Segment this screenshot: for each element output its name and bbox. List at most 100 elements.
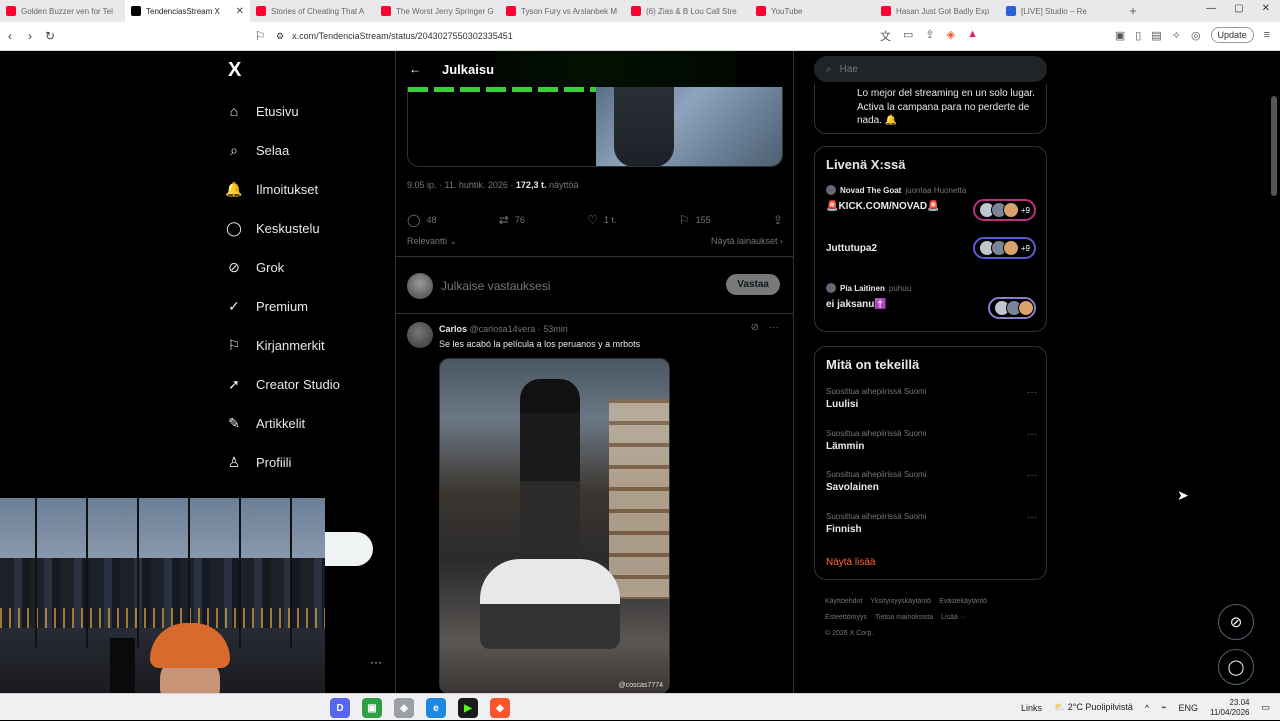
page-scrollbar[interactable]	[1268, 51, 1280, 693]
avatar[interactable]	[407, 273, 433, 299]
more-icon[interactable]: ···	[1027, 512, 1037, 523]
footer-link[interactable]: Lisää ···	[941, 614, 967, 621]
like-action[interactable]: ♡ 1 t.	[587, 213, 616, 227]
leo-icon[interactable]: ✧	[1172, 29, 1181, 42]
close-tab-icon[interactable]: ✕	[236, 6, 244, 17]
live-space-item[interactable]: Pia Laitinen puhuu ei jaksanu✝️	[826, 283, 1036, 323]
footer-link[interactable]: Esteettömyys	[825, 614, 867, 621]
footer-link[interactable]: Tietoa mainoksista	[875, 614, 933, 621]
show-quotes-link[interactable]: Näytä lainaukset ›	[711, 236, 783, 247]
kick-icon[interactable]: ▶	[458, 698, 478, 718]
maximize-icon[interactable]: ▢	[1234, 3, 1243, 14]
search-field[interactable]: ⌕ Hae	[814, 56, 1047, 82]
share-icon[interactable]: ⇪	[925, 28, 934, 44]
vpn-icon[interactable]: ◎	[1191, 29, 1201, 42]
extensions-icon[interactable]: ▣	[1115, 29, 1125, 42]
browser-tab[interactable]: [LIVE] Studio – Re	[1000, 0, 1125, 22]
footer-link[interactable]: © 2026 X Corp.	[825, 630, 873, 637]
wallet-icon[interactable]: ▤	[1151, 29, 1161, 42]
reload-icon[interactable]: ↻	[40, 29, 60, 43]
author-name[interactable]: Carlos	[439, 324, 467, 334]
discord-icon[interactable]: D	[330, 698, 350, 718]
browser-tab[interactable]: Hasan Just Got Badly Exp	[875, 0, 1000, 22]
grok-icon[interactable]: ⊘	[751, 322, 759, 333]
sidebar-item-artikkelit[interactable]: ✎ Artikkelit	[226, 415, 305, 431]
notifications-icon[interactable]: ▭	[1261, 702, 1270, 713]
cast-icon[interactable]: ▭	[903, 28, 913, 44]
back-arrow-icon[interactable]: ←	[409, 62, 421, 76]
live-space-item[interactable]: Juttutupa2 +9	[826, 237, 1036, 283]
sidebar-item-creator-studio[interactable]: ➚ Creator Studio	[226, 376, 340, 392]
back-icon[interactable]: ‹	[0, 29, 20, 43]
x-logo[interactable]: X	[228, 59, 241, 82]
tray-expand-icon[interactable]: ^	[1145, 703, 1149, 713]
more-icon[interactable]: ···	[769, 322, 779, 333]
browser-tab[interactable]: (6) Zias & B Lou Call Stre	[625, 0, 750, 22]
more-icon[interactable]: ···	[1027, 470, 1037, 481]
clock[interactable]: 23.04 11/04/2026	[1210, 698, 1249, 718]
app-icon[interactable]: ▣	[362, 698, 382, 718]
sidebar-item-selaa[interactable]: ⌕ Selaa	[226, 142, 289, 158]
sidebar-item-profiili[interactable]: ♙ Profiili	[226, 454, 292, 470]
sidebar-item-etusivu[interactable]: ⌂ Etusivu	[226, 103, 299, 119]
trend-item[interactable]: Suosittua aihepiirissä Suomi Luulisi ···	[826, 387, 1037, 417]
sort-dropdown[interactable]: Relevantti ⌄	[407, 236, 457, 247]
footer-link[interactable]: Yksityisyyskäytäntö	[870, 598, 931, 605]
footer-link[interactable]: Käyttöehdot	[825, 598, 862, 605]
more-icon[interactable]: ···	[370, 655, 382, 669]
grok-fab[interactable]: ⊘	[1218, 604, 1254, 640]
post-media[interactable]	[407, 87, 783, 167]
menu-icon[interactable]: ≡	[1264, 29, 1270, 41]
bookmark-action[interactable]: ⚐ 155	[679, 213, 711, 227]
sidebar-item-grok[interactable]: ⊘ Grok	[226, 259, 284, 275]
brave-icon[interactable]: ◆	[490, 698, 510, 718]
post-timestamp[interactable]: 9.05 ip. · 11. huhtik. 2026 ·	[407, 180, 513, 190]
reply-action[interactable]: ◯ 48	[407, 213, 436, 227]
tweet-image[interactable]: @coscas7774	[439, 358, 670, 693]
sidebar-item-kirjanmerkit[interactable]: ⚐ Kirjanmerkit	[226, 337, 325, 353]
links-toolbar[interactable]: Links	[1021, 703, 1042, 713]
sidebar-item-premium[interactable]: ✓ Premium	[226, 298, 308, 314]
sidebar-item-keskustelu[interactable]: ◯ Keskustelu	[226, 220, 319, 236]
forward-icon[interactable]: ›	[20, 29, 40, 43]
bookmark-page-icon[interactable]: ⚐	[250, 29, 270, 43]
brave-shield-icon[interactable]: ◈	[947, 28, 955, 44]
browser-tab[interactable]: Stories of Cheating That A	[250, 0, 375, 22]
trend-item[interactable]: Suosittua aihepiirissä Suomi Savolainen ··…	[826, 470, 1037, 500]
scrollbar-thumb[interactable]	[1271, 96, 1277, 196]
new-tab-icon[interactable]: +	[1125, 4, 1141, 18]
update-button[interactable]: Update	[1210, 27, 1254, 43]
minimize-icon[interactable]: —	[1206, 3, 1216, 14]
trend-item[interactable]: Suosittua aihepiirissä Suomi Lämmin ···	[826, 429, 1037, 459]
share-action[interactable]: ⇪	[773, 213, 783, 227]
avatar[interactable]	[407, 322, 433, 348]
browser-tab[interactable]: The Worst Jerry Springer G	[375, 0, 500, 22]
author-handle[interactable]: @carlosa14vera · 53min	[470, 324, 568, 334]
more-icon[interactable]: ···	[1027, 387, 1037, 398]
browser-tab[interactable]: Golden Buzzer ven for Tel	[0, 0, 125, 22]
footer-link[interactable]: Evästekäytäntö	[939, 598, 987, 605]
show-more-link[interactable]: Näytä lisää	[826, 557, 875, 568]
reply-button[interactable]: Vastaa	[726, 274, 780, 295]
sidebar-item-ilmoitukset[interactable]: 🔔 Ilmoitukset	[225, 181, 318, 197]
reply-input[interactable]: Julkaise vastauksesi	[441, 279, 550, 293]
reply-tweet[interactable]: Carlos @carlosa14vera · 53min ⊘ ··· Se l…	[396, 315, 793, 693]
messages-fab[interactable]: ◯	[1218, 649, 1254, 685]
site-info-icon[interactable]: ⚙	[276, 31, 284, 42]
trend-item[interactable]: Suosittua aihepiirissä Suomi Finnish ···	[826, 512, 1037, 542]
network-icon[interactable]: ⌁	[1161, 702, 1166, 713]
translate-icon[interactable]: 文	[880, 28, 891, 44]
language-indicator[interactable]: ENG	[1179, 703, 1199, 713]
live-space-item[interactable]: Novad The Goat juontaa Huonetta 🚨KICK.COM/…	[826, 185, 1036, 225]
close-window-icon[interactable]: ✕	[1262, 3, 1270, 14]
more-icon[interactable]: ···	[1027, 429, 1037, 440]
browser-tab[interactable]: TendenciasStream X ✕	[125, 0, 250, 22]
weather-widget[interactable]: ⛅ 2°C Puolipilvistä	[1054, 702, 1133, 713]
repost-action[interactable]: ⇄ 76	[499, 213, 525, 227]
browser-tab[interactable]: Tyson Fury vs Arslanbek M	[500, 0, 625, 22]
edge-icon[interactable]: e	[426, 698, 446, 718]
brave-rewards-icon[interactable]: ▲	[967, 28, 978, 44]
sidebar-icon[interactable]: ▯	[1135, 29, 1141, 42]
shield-icon[interactable]: ◈	[394, 698, 414, 718]
browser-tab[interactable]: YouTube	[750, 0, 875, 22]
